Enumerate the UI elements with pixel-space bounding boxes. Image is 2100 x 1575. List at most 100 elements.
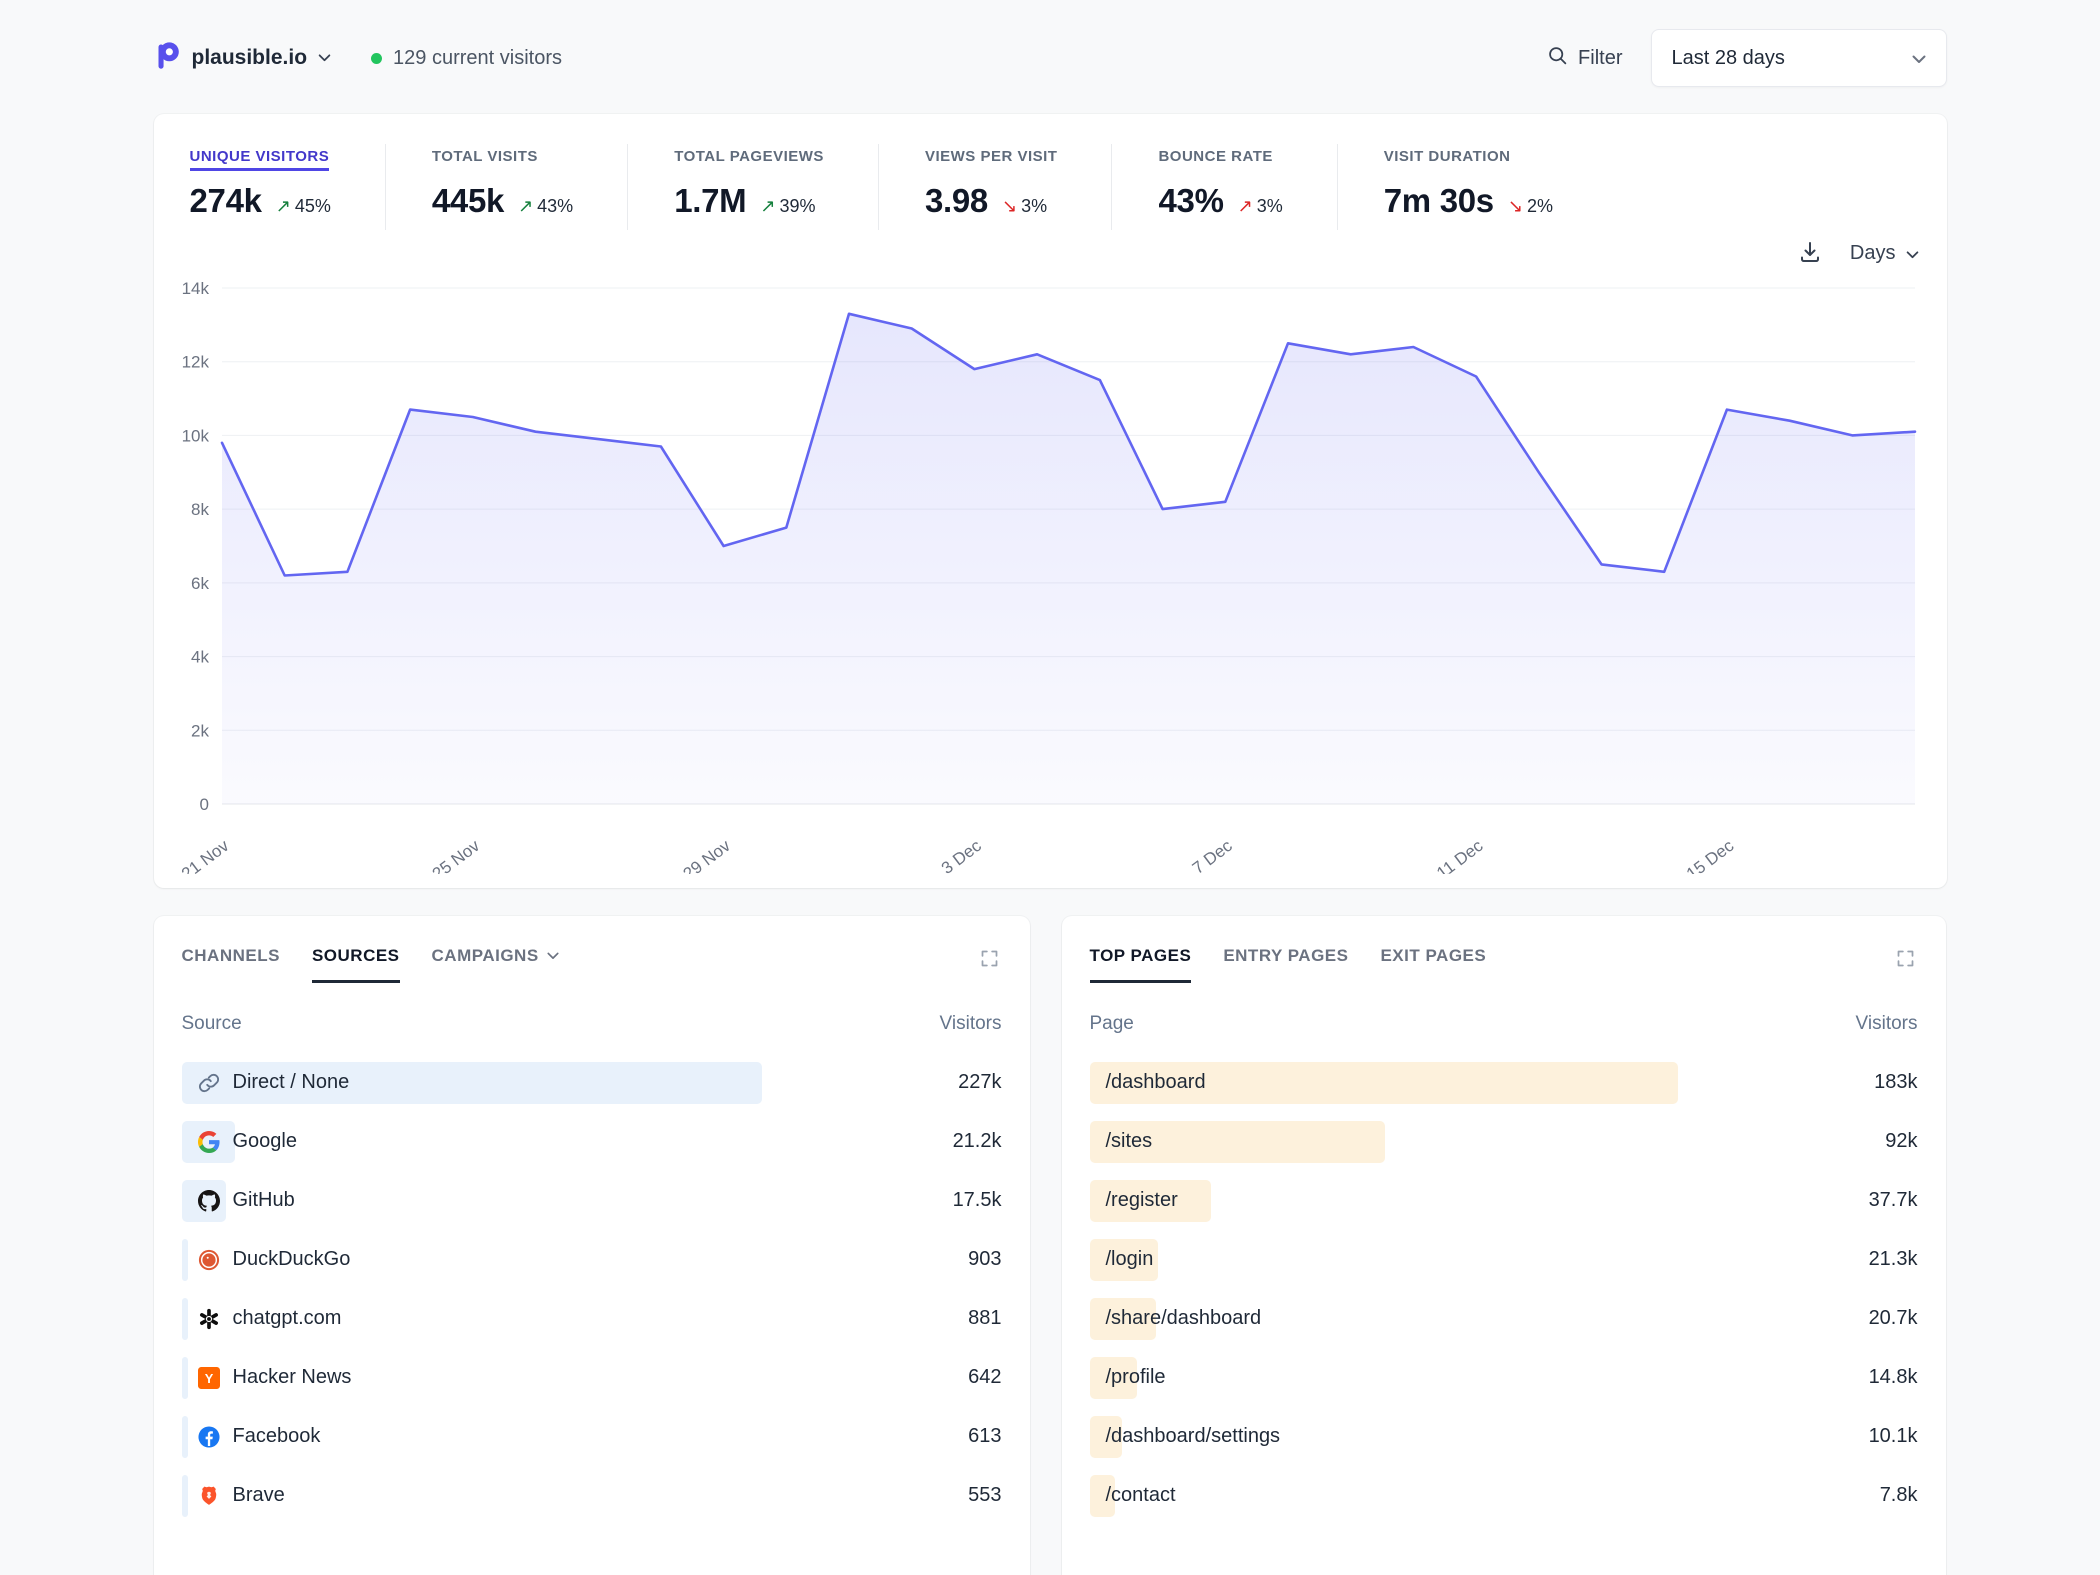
metric-total-visits[interactable]: TOTAL VISITS 445k ↗43% (385, 144, 627, 230)
row-value: 613 (968, 1425, 1001, 1448)
filter-button[interactable]: Filter (1547, 45, 1622, 72)
metric-visit-duration[interactable]: VISIT DURATION 7m 30s ↘2% (1337, 144, 1607, 230)
row-label[interactable]: DuckDuckGo (182, 1248, 351, 1271)
row-label[interactable]: chatgpt.com (182, 1307, 342, 1330)
table-row[interactable]: Direct / None 227k (182, 1053, 1002, 1112)
duckduckgo-icon (198, 1249, 220, 1271)
row-label[interactable]: /profile (1090, 1366, 1166, 1389)
row-label[interactable]: YHacker News (182, 1366, 352, 1389)
tab-sources[interactable]: SOURCES (312, 946, 400, 983)
trend-up-arrow-icon: ↗ (276, 196, 291, 216)
bottom-grid: CHANNELS SOURCES CAMPAIGNS Source Visitors… (154, 916, 1947, 1575)
table-row[interactable]: /register 37.7k (1090, 1171, 1918, 1230)
trend-down-arrow-icon: ↘ (1508, 196, 1523, 216)
row-label[interactable]: /sites (1090, 1130, 1153, 1153)
metric-total-pageviews[interactable]: TOTAL PAGEVIEWS 1.7M ↗39% (627, 144, 878, 230)
metric-views-per-visit[interactable]: VIEWS PER VISIT 3.98 ↘3% (878, 144, 1112, 230)
svg-text:4k: 4k (191, 648, 209, 667)
row-label[interactable]: Direct / None (182, 1071, 350, 1094)
row-label[interactable]: /register (1090, 1189, 1178, 1212)
row-value: 37.7k (1869, 1189, 1918, 1212)
interval-select[interactable]: Days (1850, 242, 1919, 265)
metric-label: VISIT DURATION (1384, 148, 1511, 171)
row-name: /login (1106, 1248, 1154, 1271)
source-column-header: Source (182, 1013, 242, 1035)
tab-channels[interactable]: CHANNELS (182, 946, 280, 983)
svg-text:29 Nov: 29 Nov (679, 836, 734, 874)
table-row[interactable]: /sites 92k (1090, 1112, 1918, 1171)
table-row[interactable]: DuckDuckGo 903 (182, 1230, 1002, 1289)
current-visitors-label: 129 current visitors (393, 47, 562, 70)
svg-text:21 Nov: 21 Nov (182, 836, 233, 874)
row-label[interactable]: /contact (1090, 1484, 1176, 1507)
table-row[interactable]: /dashboard/settings 10.1k (1090, 1407, 1918, 1466)
row-value: 17.5k (953, 1189, 1002, 1212)
metric-value: 274k (190, 182, 262, 220)
expand-button[interactable] (1893, 946, 1918, 974)
table-row[interactable]: /profile 14.8k (1090, 1348, 1918, 1407)
row-label[interactable]: /login (1090, 1248, 1154, 1271)
visitors-chart[interactable]: 02k4k6k8k10k12k14k 21 Nov25 Nov29 Nov3 D… (182, 274, 1919, 874)
plausible-logo-icon (154, 41, 181, 76)
tab-campaigns[interactable]: CAMPAIGNS (432, 946, 559, 983)
row-name: /register (1106, 1189, 1178, 1212)
plausible-dashboard: plausible.io 129 current visitors Filter… (154, 0, 1947, 1575)
row-value: 183k (1874, 1071, 1917, 1094)
table-row[interactable]: /share/dashboard 20.7k (1090, 1289, 1918, 1348)
site-switcher[interactable]: plausible.io (154, 41, 332, 76)
row-value: 92k (1885, 1130, 1917, 1153)
metric-unique-visitors[interactable]: UNIQUE VISITORS 274k ↗45% (182, 144, 385, 230)
row-label[interactable]: /dashboard (1090, 1071, 1206, 1094)
live-dot-icon (371, 53, 382, 64)
top-header: plausible.io 129 current visitors Filter… (154, 30, 1947, 86)
metric-change: ↗3% (1238, 196, 1283, 217)
row-name: DuckDuckGo (233, 1248, 351, 1271)
row-name: /share/dashboard (1106, 1307, 1262, 1330)
table-row[interactable]: chatgpt.com 881 (182, 1289, 1002, 1348)
row-name: /sites (1106, 1130, 1153, 1153)
row-name: Hacker News (233, 1366, 352, 1389)
metric-change: ↗39% (760, 196, 815, 217)
table-row[interactable]: Facebook 613 (182, 1407, 1002, 1466)
tab-exit-pages[interactable]: EXIT PAGES (1380, 946, 1486, 983)
row-label[interactable]: /dashboard/settings (1090, 1425, 1281, 1448)
download-button[interactable] (1796, 238, 1824, 269)
metric-value: 43% (1158, 182, 1223, 220)
row-label[interactable]: Brave (182, 1484, 285, 1507)
table-row[interactable]: YHacker News 642 (182, 1348, 1002, 1407)
row-label[interactable]: /share/dashboard (1090, 1307, 1262, 1330)
current-visitors[interactable]: 129 current visitors (371, 47, 562, 70)
date-range-select[interactable]: Last 28 days (1651, 29, 1947, 87)
chevron-down-icon (318, 49, 331, 67)
tab-top-pages[interactable]: TOP PAGES (1090, 946, 1192, 983)
table-row[interactable]: /contact 7.8k (1090, 1466, 1918, 1525)
row-name: GitHub (233, 1189, 295, 1212)
row-label[interactable]: Facebook (182, 1425, 321, 1448)
tab-entry-pages[interactable]: ENTRY PAGES (1223, 946, 1348, 983)
row-value: 21.3k (1869, 1248, 1918, 1271)
row-name: Facebook (233, 1425, 321, 1448)
metrics-row: UNIQUE VISITORS 274k ↗45% TOTAL VISITS 4… (182, 144, 1919, 230)
metric-bounce-rate[interactable]: BOUNCE RATE 43% ↗3% (1111, 144, 1336, 230)
svg-text:15 Dec: 15 Dec (1682, 836, 1737, 874)
header-right: Filter Last 28 days (1547, 29, 1946, 87)
row-name: /contact (1106, 1484, 1176, 1507)
chevron-down-icon (1906, 242, 1919, 265)
row-label[interactable]: GitHub (182, 1189, 295, 1212)
metric-label: BOUNCE RATE (1158, 148, 1272, 171)
expand-button[interactable] (977, 946, 1002, 974)
visitors-column-header: Visitors (1856, 1013, 1918, 1035)
row-name: Google (233, 1130, 298, 1153)
table-row[interactable]: Google 21.2k (182, 1112, 1002, 1171)
table-row[interactable]: /login 21.3k (1090, 1230, 1918, 1289)
pages-table-head: Page Visitors (1090, 1013, 1918, 1035)
table-row[interactable]: GitHub 17.5k (182, 1171, 1002, 1230)
row-name: /dashboard/settings (1106, 1425, 1281, 1448)
row-name: Brave (233, 1484, 285, 1507)
table-row[interactable]: Brave 553 (182, 1466, 1002, 1525)
row-label[interactable]: Google (182, 1130, 298, 1153)
pages-rows: /dashboard 183k /sites 92k /register 37.… (1090, 1053, 1918, 1525)
trend-up-arrow-icon: ↗ (518, 196, 533, 216)
trend-up-arrow-icon: ↗ (1238, 196, 1253, 216)
table-row[interactable]: /dashboard 183k (1090, 1053, 1918, 1112)
